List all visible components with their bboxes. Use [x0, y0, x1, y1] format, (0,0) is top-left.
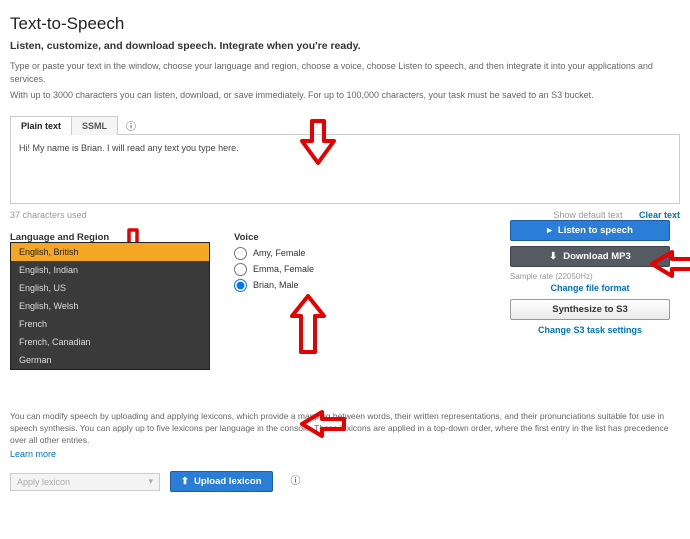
download-icon: ⬇ — [549, 251, 557, 262]
page-sub1: Type or paste your text in the window, c… — [10, 60, 680, 85]
upload-lexicon-button[interactable]: ⬆ Upload lexicon — [170, 471, 273, 492]
lang-option[interactable]: French — [11, 315, 209, 333]
lang-option[interactable]: German — [11, 351, 209, 369]
sample-rate: Sample rate (22050Hz) — [510, 272, 680, 281]
lang-option[interactable]: French, Canadian — [11, 333, 209, 351]
change-format-link[interactable]: Change file format — [500, 283, 680, 293]
change-s3-link[interactable]: Change S3 task settings — [500, 325, 680, 335]
show-default-text[interactable]: Show default text — [553, 210, 622, 220]
language-options: English, British English, Indian English… — [10, 242, 210, 370]
help-icon[interactable]: ⓘ — [291, 475, 301, 489]
lang-option[interactable]: English, US — [11, 279, 209, 297]
download-label: Download MP3 — [563, 251, 631, 262]
voice-option[interactable]: Brian, Male — [234, 279, 476, 292]
tab-plain-text[interactable]: Plain text — [10, 116, 72, 135]
lang-option[interactable]: English, Indian — [11, 261, 209, 279]
lexicon-desc: You can modify speech by uploading and a… — [10, 411, 669, 445]
help-icon[interactable]: ⓘ — [126, 118, 136, 133]
editor-tabs: Plain text SSML ⓘ — [10, 116, 680, 135]
tab-ssml[interactable]: SSML — [71, 116, 118, 135]
apply-lexicon-dropdown[interactable]: Apply lexicon — [10, 473, 160, 491]
text-input[interactable]: Hi! My name is Brian. I will read any te… — [10, 134, 680, 204]
voice-name: Brian, Male — [253, 280, 299, 290]
play-icon: ▸ — [547, 225, 552, 236]
clear-text[interactable]: Clear text — [639, 210, 680, 220]
synthesize-button[interactable]: Synthesize to S3 — [510, 299, 670, 320]
voice-label: Voice — [234, 232, 476, 243]
voice-radio[interactable] — [234, 247, 247, 260]
download-button[interactable]: ⬇ Download MP3 — [510, 246, 670, 267]
char-count: 37 characters used — [10, 210, 87, 220]
voice-option[interactable]: Amy, Female — [234, 247, 476, 260]
learn-more-link[interactable]: Learn more — [10, 448, 56, 461]
lang-option[interactable]: English, Welsh — [11, 297, 209, 315]
voice-name: Amy, Female — [253, 248, 305, 258]
lang-option[interactable]: English, British — [11, 243, 209, 261]
page-title: Text-to-Speech — [10, 14, 680, 34]
page-lead: Listen, customize, and download speech. … — [10, 40, 680, 52]
listen-button[interactable]: ▸ Listen to speech — [510, 220, 670, 241]
voice-radio[interactable] — [234, 263, 247, 276]
voice-option[interactable]: Emma, Female — [234, 263, 476, 276]
upload-label: Upload lexicon — [194, 476, 262, 487]
listen-label: Listen to speech — [558, 225, 633, 236]
voice-name: Emma, Female — [253, 264, 314, 274]
page-sub2: With up to 3000 characters you can liste… — [10, 89, 680, 102]
upload-icon: ⬆ — [181, 476, 189, 487]
voice-radio[interactable] — [234, 279, 247, 292]
